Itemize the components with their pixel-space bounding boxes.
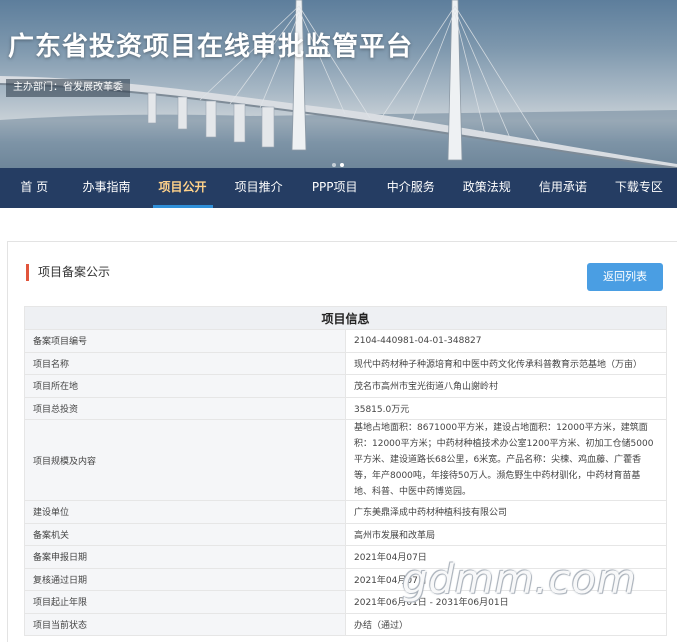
site-watermark: gdmm.com (402, 557, 637, 603)
table-row: 项目所在地 茂名市高州市宝光街道八角山謝岭村 (24, 374, 667, 398)
nav-item-ppp[interactable]: PPP项目 (297, 168, 373, 208)
slider-dot-active[interactable] (340, 163, 344, 167)
nav-item-home[interactable]: 首 页 (0, 168, 68, 208)
slider-dot[interactable] (332, 163, 336, 167)
table-row: 建设单位 广东美鼎泽成中药材种植科技有限公司 (24, 500, 667, 524)
table-heading: 项目信息 (24, 306, 667, 330)
back-to-list-button[interactable]: 返回列表 (587, 263, 663, 291)
row-label-record-number: 备案项目编号 (24, 329, 346, 353)
nav-item-guide[interactable]: 办事指南 (68, 168, 144, 208)
nav-item-credit[interactable]: 信用承诺 (525, 168, 601, 208)
section-title: 项目备案公示 (26, 264, 110, 281)
row-label-location: 项目所在地 (24, 374, 346, 398)
banner-slider-dots[interactable] (332, 163, 344, 167)
table-row: 备案项目编号 2104-440981-04-01-348827 (24, 329, 667, 353)
header-banner: 广东省投资项目在线审批监管平台 主办部门：省发展改革委 (0, 0, 677, 168)
row-label-review-date: 复核通过日期 (24, 567, 346, 591)
table-row: 项目规模及内容 基地占地面积：8671000平方米，建设占地面积：12000平方… (24, 419, 667, 501)
nav-item-project-promotion[interactable]: 项目推介 (221, 168, 297, 208)
nav-item-policies[interactable]: 政策法规 (449, 168, 525, 208)
nav-item-downloads[interactable]: 下载专区 (601, 168, 677, 208)
row-value-scale-content: 基地占地面积：8671000平方米，建设占地面积：12000平方米，建筑面积：1… (345, 419, 667, 501)
row-value-record-authority: 高州市发展和改革局 (345, 522, 667, 546)
row-label-project-name: 项目名称 (24, 351, 346, 375)
row-value-builder: 广东美鼎泽成中药材种植科技有限公司 (345, 500, 667, 524)
row-label-filing-date: 备案申报日期 (24, 545, 346, 569)
nav-item-agency-services[interactable]: 中介服务 (373, 168, 449, 208)
table-row: 项目总投资 35815.0万元 (24, 396, 667, 420)
row-label-total-investment: 项目总投资 (24, 396, 346, 420)
sponsor-label: 主办部门：省发展改革委 (6, 79, 130, 97)
row-value-location: 茂名市高州市宝光街道八角山謝岭村 (345, 374, 667, 398)
row-label-scale-content: 项目规模及内容 (24, 419, 346, 501)
main-nav: 首 页 办事指南 项目公开 项目推介 PPP项目 中介服务 政策法规 信用承诺 … (0, 168, 677, 208)
row-value-project-name: 现代中药材种子种源培育和中医中药文化传承科普教育示范基地（万亩） (345, 351, 667, 375)
row-label-period: 项目起止年限 (24, 590, 346, 614)
table-row: 备案机关 高州市发展和改革局 (24, 522, 667, 546)
table-heading-row: 项目信息 (24, 306, 667, 330)
row-value-status: 办结（通过） (345, 612, 667, 636)
row-label-status: 项目当前状态 (24, 612, 346, 636)
table-row: 项目名称 现代中药材种子种源培育和中医中药文化传承科普教育示范基地（万亩） (24, 351, 667, 375)
table-row: 项目当前状态 办结（通过） (24, 612, 667, 636)
row-value-total-investment: 35815.0万元 (345, 396, 667, 420)
site-title: 广东省投资项目在线审批监管平台 (8, 32, 414, 62)
nav-item-project-public[interactable]: 项目公开 (145, 168, 221, 208)
row-label-record-authority: 备案机关 (24, 522, 346, 546)
row-value-record-number: 2104-440981-04-01-348827 (345, 329, 667, 353)
row-label-builder: 建设单位 (24, 500, 346, 524)
